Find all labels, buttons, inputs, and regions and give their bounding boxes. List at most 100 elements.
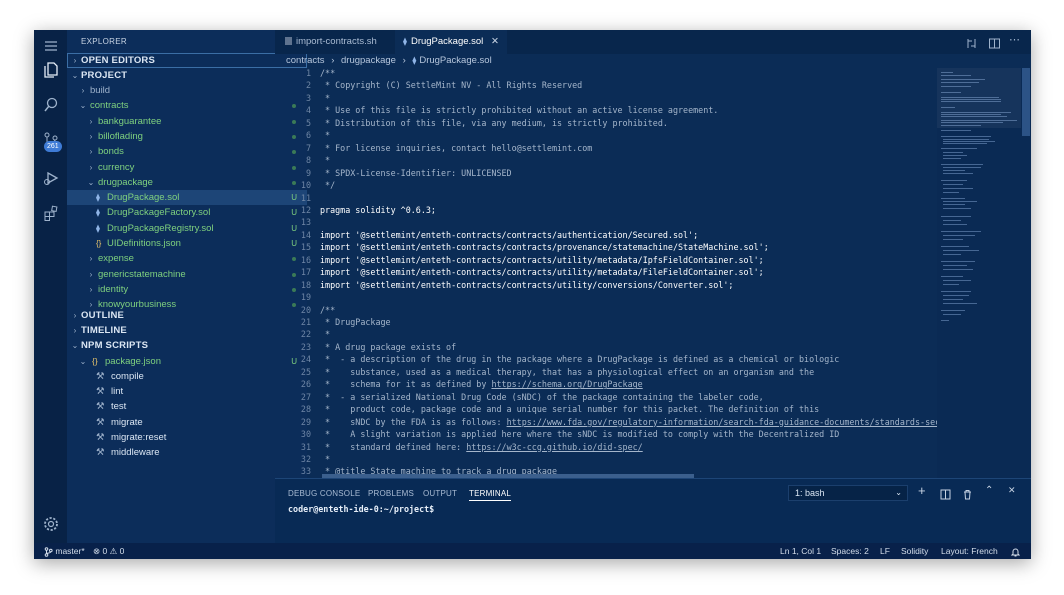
editor-tabs: import-contracts.sh ⧫ DrugPackage.sol ✕ ⋯ [275, 30, 1031, 54]
branch-indicator[interactable]: master* [44, 543, 85, 559]
panel-tab-debug-console[interactable]: DEBUG CONSOLE [288, 489, 360, 498]
extensions-icon[interactable] [34, 197, 67, 229]
line-number: 19 [300, 292, 311, 303]
error-icon: ⊗ [93, 546, 101, 556]
code-line: /** [320, 304, 336, 315]
code-line: /** [320, 68, 336, 78]
section-timeline[interactable]: › TIMELINE [67, 323, 307, 338]
npm-script-item[interactable]: ⚒ test [67, 399, 307, 414]
line-number: 14 [300, 229, 311, 240]
problems-indicator[interactable]: ⊗ 0 ⚠ 0 [93, 543, 124, 559]
close-icon[interactable]: ✕ [1008, 485, 1016, 496]
npm-script-item[interactable]: ⚒ lint [67, 384, 307, 399]
tree-item-label: build [90, 85, 111, 96]
tab-import-contracts[interactable]: import-contracts.sh [277, 30, 385, 54]
solidity-file-icon: ⧫ [96, 223, 100, 233]
chevron-right-icon: › [89, 131, 93, 141]
add-terminal-icon[interactable]: + [918, 483, 926, 498]
section-project[interactable]: ⌄ PROJECT [67, 68, 307, 83]
tree-item[interactable]: ⧫ DrugPackage.sol U [67, 190, 307, 206]
line-number: 13 [300, 217, 311, 228]
breadcrumb-file[interactable]: DrugPackage.sol [419, 55, 491, 66]
code-line: * A drug package exists of [320, 341, 457, 352]
cursor-position[interactable]: Ln 1, Col 1 [780, 543, 821, 559]
terminal-prompt[interactable]: coder@enteth-ide-0:~/project$ [288, 504, 434, 514]
explorer-icon[interactable] [34, 54, 67, 86]
trash-icon[interactable] [962, 486, 973, 504]
tab-drugpackage-sol[interactable]: ⧫ DrugPackage.sol ✕ [395, 30, 507, 54]
tree-item-label: bonds [98, 146, 124, 158]
scm-badge: 261 [44, 141, 62, 152]
notifications-bell-icon[interactable] [1011, 543, 1020, 559]
npm-script-label: migrate [111, 416, 143, 428]
line-number: 8 [305, 155, 311, 166]
tree-item[interactable]: › genericstatemachine [67, 267, 307, 282]
line-number: 25 [300, 366, 311, 377]
editor-scrollbar[interactable] [1021, 68, 1031, 478]
tree-item[interactable]: › currency [67, 160, 307, 175]
chevron-right-icon: › [331, 55, 335, 66]
line-number: 26 [300, 379, 311, 390]
tree-item[interactable]: › identity [67, 282, 307, 297]
run-debug-icon[interactable] [34, 162, 67, 194]
section-npm-scripts[interactable]: ⌄ NPM SCRIPTS [67, 338, 307, 353]
minimap[interactable] [937, 68, 1021, 478]
tree-item[interactable]: {} UIDefinitions.json U [67, 236, 307, 251]
panel-tab-terminal[interactable]: TERMINAL [469, 489, 512, 501]
panel-tab-output[interactable]: OUTPUT [423, 489, 457, 498]
tree-item[interactable]: › billoflading [67, 129, 307, 144]
tree-item[interactable]: ⧫ DrugPackageFactory.sol U [67, 205, 307, 220]
breadcrumb-contracts[interactable]: contracts [286, 55, 325, 66]
chevron-up-icon[interactable]: ⌃ [985, 485, 993, 496]
split-editor-icon[interactable] [988, 35, 1001, 53]
tree-item[interactable]: › expense [67, 251, 307, 266]
language-mode[interactable]: Solidity [901, 543, 928, 559]
compare-changes-icon[interactable] [965, 35, 978, 53]
keyboard-layout[interactable]: Layout: French [941, 543, 998, 559]
terminal-select[interactable]: 1: bash ⌄ [788, 485, 908, 501]
tree-item[interactable]: › bonds [67, 144, 307, 159]
line-ending[interactable]: LF [880, 543, 890, 559]
code-line: * [320, 453, 331, 464]
code-line: * DrugPackage [320, 317, 391, 327]
line-number: 4 [305, 105, 311, 116]
line-number: 15 [300, 242, 311, 253]
tree-item[interactable]: ⌄ contracts [67, 98, 307, 113]
code-line: import '@settlemint/enteth-contracts/con… [320, 254, 764, 265]
npm-script-item[interactable]: ⚒ migrate [67, 415, 307, 430]
section-outline[interactable]: › OUTLINE [67, 308, 307, 323]
line-number: 21 [300, 317, 311, 327]
scrollbar-thumb[interactable] [1022, 68, 1030, 136]
tree-item[interactable]: ⧫ DrugPackageRegistry.sol U [67, 221, 307, 236]
npm-script-item[interactable]: ⚒ compile [67, 369, 307, 384]
chevron-down-icon: ⌄ [71, 341, 79, 350]
tree-item[interactable]: › build [67, 83, 307, 98]
code-editor[interactable]: 1 /** 2 * Copyright (C) SettleMint NV - Al… [275, 68, 937, 478]
panel-tab-problems[interactable]: PROBLEMS [368, 489, 414, 498]
split-terminal-icon[interactable] [940, 486, 951, 504]
chevron-down-icon: ⌄ [71, 71, 79, 80]
solidity-file-icon: ⧫ [96, 193, 100, 203]
settings-gear-icon[interactable] [34, 508, 67, 540]
tree-item[interactable]: › bankguarantee [67, 114, 307, 129]
indentation[interactable]: Spaces: 2 [831, 543, 869, 559]
solidity-file-icon: ⧫ [412, 56, 417, 65]
line-number: 1 [305, 68, 311, 78]
tree-item[interactable]: ⌄ drugpackage [67, 175, 307, 190]
line-number: 23 [300, 341, 311, 352]
chevron-right-icon: › [89, 116, 93, 126]
npm-script-item[interactable]: ⚒ migrate:reset [67, 430, 307, 445]
npm-script-label: middleware [111, 447, 160, 458]
activity-bar: 261 [34, 30, 67, 543]
breadcrumb-drugpackage[interactable]: drugpackage [341, 55, 396, 66]
wrench-icon: ⚒ [96, 431, 105, 443]
line-number: 28 [300, 404, 311, 415]
npm-script-item[interactable]: ⚒ middleware [67, 445, 307, 460]
npm-package-json[interactable]: ⌄ {} package.json U [67, 354, 307, 369]
search-icon[interactable] [34, 89, 67, 121]
chevron-right-icon: › [81, 86, 85, 95]
section-open-editors[interactable]: › OPEN EDITORS [67, 53, 307, 68]
close-icon[interactable]: ✕ [491, 36, 499, 47]
more-actions-icon[interactable]: ⋯ [1009, 33, 1020, 46]
code-line: * For license inquiries, contact hello@s… [320, 142, 593, 153]
